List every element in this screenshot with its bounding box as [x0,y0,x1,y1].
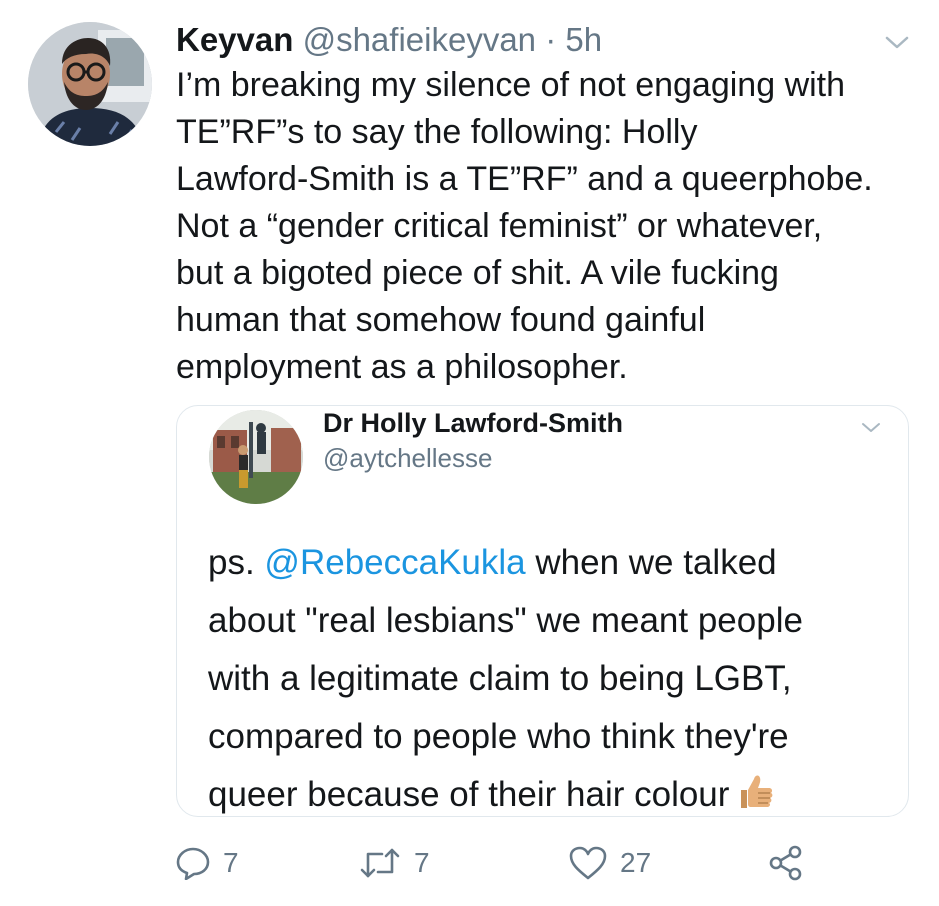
tweet-text-line: I’m breaking my silence of not engaging … [176,66,846,104]
quoted-text-line: with a legitimate claim to being LGBT, [208,659,792,698]
tweet-header: Keyvan @shafieikeyvan · 5h [176,18,602,62]
avatar-image [28,22,152,146]
author-name[interactable]: Keyvan [176,21,293,58]
quoted-author-name[interactable]: Dr Holly Lawford-Smith [323,406,623,440]
like-button[interactable]: 27 [568,838,651,888]
retweet-count: 7 [414,847,430,878]
retweet-icon [358,846,402,880]
quoted-author-avatar[interactable] [209,410,303,504]
quoted-text-line: queer because of their hair colour [208,766,898,824]
quoted-text-line: ps. @RebeccaKukla when we talked [208,534,898,592]
mention-link[interactable]: @RebeccaKukla [264,543,525,582]
author-avatar[interactable] [28,22,152,146]
tweet-text-line: Lawford-Smith is a TE”RF” and a queerpho… [176,160,873,198]
tweet-text-line: TE”RF”s to say the following: Holly [176,113,698,151]
tweet-text: I’m breaking my silence of not engaging … [176,62,916,391]
share-icon [766,843,806,883]
quoted-tweet[interactable]: Dr Holly Lawford-Smith @aytchellesse ps.… [176,405,909,817]
tweet[interactable]: Keyvan @shafieikeyvan · 5h I’m breaking … [0,0,939,906]
quoted-text-prefix: ps. [208,543,265,582]
like-count: 27 [620,847,652,878]
quoted-text-line: compared to people who think they're [208,717,789,756]
quoted-text-suffix: when we talked [525,543,777,582]
header-separator: · [545,21,557,58]
quoted-text-last: queer because of their hair colour [208,775,730,814]
tweet-text-line: human that somehow found gainful [176,301,706,339]
author-handle[interactable]: @shafieikeyvan [303,21,536,58]
chevron-down-icon[interactable] [881,30,913,54]
quoted-tweet-text: ps. @RebeccaKukla when we talked about "… [208,534,898,824]
tweet-text-line: employment as a philosopher. [176,348,628,386]
like-icon [568,845,608,881]
tweet-text-line: but a bigoted piece of shit. A vile fuck… [176,254,779,292]
reply-icon [175,846,211,880]
tweet-text-line: Not a “gender critical feminist” or what… [176,207,823,245]
quoted-avatar-image [209,410,303,504]
tweet-timestamp[interactable]: 5h [565,21,602,58]
chevron-down-icon[interactable] [859,418,883,436]
quoted-author-handle[interactable]: @aytchellesse [323,442,492,474]
reply-count: 7 [223,847,239,878]
thumbs-up-emoji [735,770,777,812]
action-bar: 7 7 27 [0,838,939,888]
retweet-button[interactable]: 7 [358,838,430,888]
quoted-text-line: about "real lesbians" we meant people [208,601,803,640]
share-button[interactable] [766,838,806,888]
reply-button[interactable]: 7 [175,838,239,888]
